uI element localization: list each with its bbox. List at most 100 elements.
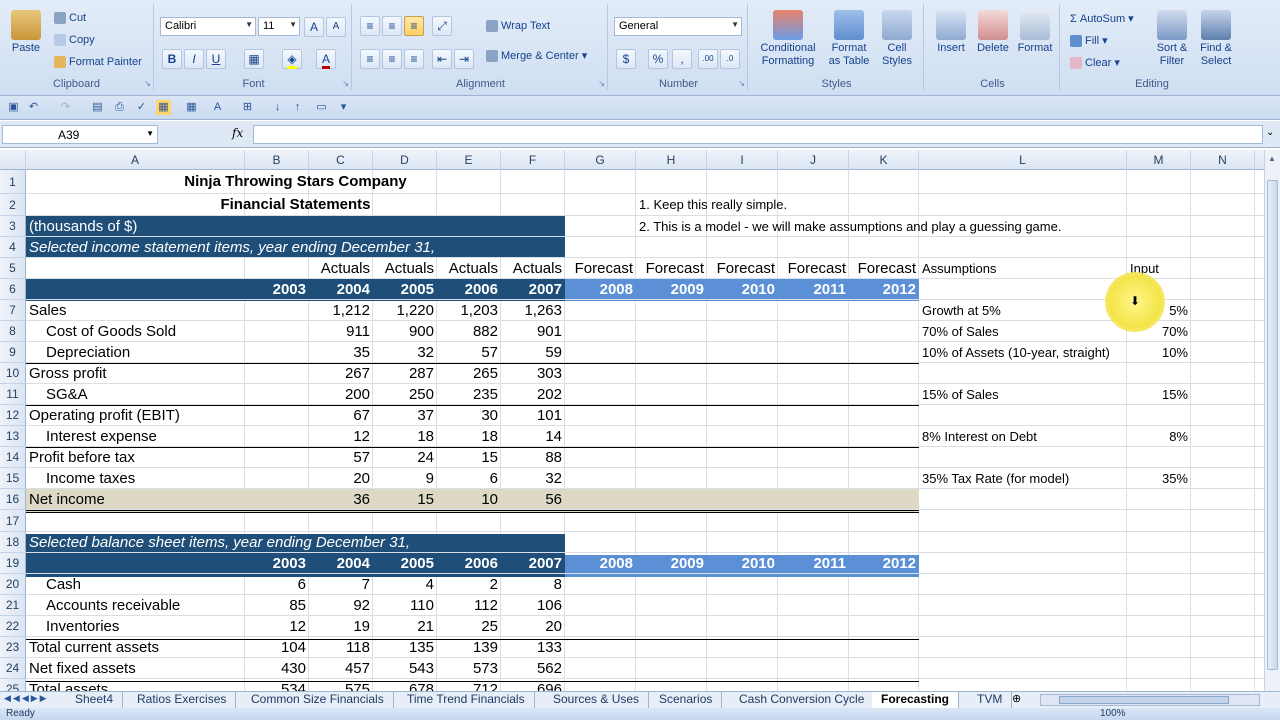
income-value-cell[interactable] <box>245 300 309 321</box>
row-header-15[interactable]: 15 <box>0 468 26 489</box>
income-value-cell[interactable] <box>245 384 309 405</box>
forecast-year-cell[interactable]: 2010 <box>707 279 778 300</box>
balance-value-cell[interactable]: 12 <box>245 616 309 637</box>
income-value-cell[interactable]: 15 <box>373 489 437 510</box>
income-value-cell[interactable]: 911 <box>309 321 373 342</box>
income-value-cell[interactable]: 1,263 <box>501 300 565 321</box>
row-header-12[interactable]: 12 <box>0 405 26 426</box>
note-2-cell[interactable]: 2. This is a model - we will make assump… <box>636 216 1156 237</box>
insert-sheet-icon[interactable]: ⊕ <box>1012 692 1021 705</box>
balance-value-cell[interactable]: 575 <box>309 679 373 691</box>
balance-value-cell[interactable]: 4 <box>373 574 437 595</box>
income-value-cell[interactable]: 56 <box>501 489 565 510</box>
row-header-11[interactable]: 11 <box>0 384 26 405</box>
assumption-label-cell[interactable]: 15% of Sales <box>919 384 1127 405</box>
income-label-cell[interactable]: Cost of Goods Sold <box>26 321 245 342</box>
bs-forecast-year-cell[interactable]: 2011 <box>778 553 849 574</box>
note-1-cell[interactable]: 1. Keep this really simple. <box>636 194 1036 216</box>
income-value-cell[interactable]: 900 <box>373 321 437 342</box>
income-value-cell[interactable]: 88 <box>501 447 565 468</box>
row-header-8[interactable]: 8 <box>0 321 26 342</box>
balance-value-cell[interactable]: 25 <box>437 616 501 637</box>
income-value-cell[interactable]: 200 <box>309 384 373 405</box>
income-value-cell[interactable]: 18 <box>373 426 437 447</box>
assumption-input-cell[interactable] <box>1127 405 1191 426</box>
income-value-cell[interactable] <box>245 426 309 447</box>
row-header-16[interactable]: 16 <box>0 489 26 510</box>
forecast-label-cell[interactable]: Forecast <box>707 258 778 279</box>
expand-formula-icon[interactable]: ⌄ <box>1266 127 1274 138</box>
assumption-label-cell[interactable]: 10% of Assets (10-year, straight) <box>919 342 1127 363</box>
income-value-cell[interactable]: 35 <box>309 342 373 363</box>
row-header-4[interactable]: 4 <box>0 237 26 258</box>
bs-year-cell[interactable]: 2005 <box>373 553 437 574</box>
balance-value-cell[interactable]: 7 <box>309 574 373 595</box>
row-header-10[interactable]: 10 <box>0 363 26 384</box>
balance-value-cell[interactable]: 8 <box>501 574 565 595</box>
assumption-label-cell[interactable]: 70% of Sales <box>919 321 1127 342</box>
row-header-1[interactable]: 1 <box>0 170 26 194</box>
balance-label-cell[interactable]: Inventories <box>26 616 245 637</box>
income-value-cell[interactable] <box>245 363 309 384</box>
balance-value-cell[interactable]: 106 <box>501 595 565 616</box>
income-value-cell[interactable] <box>245 405 309 426</box>
assumption-input-cell[interactable] <box>1127 447 1191 468</box>
income-label-cell[interactable]: Interest expense <box>26 426 245 447</box>
units-cell[interactable]: (thousands of $) <box>26 216 565 237</box>
income-value-cell[interactable]: 59 <box>501 342 565 363</box>
forecast-year-cell[interactable]: 2011 <box>778 279 849 300</box>
forecast-label-cell[interactable]: Forecast <box>778 258 849 279</box>
balance-value-cell[interactable]: 135 <box>373 637 437 658</box>
balance-value-cell[interactable]: 6 <box>245 574 309 595</box>
row-header-22[interactable]: 22 <box>0 616 26 637</box>
income-value-cell[interactable]: 30 <box>437 405 501 426</box>
scroll-up-icon[interactable]: ▲ <box>1268 154 1276 163</box>
balance-value-cell[interactable]: 430 <box>245 658 309 679</box>
row-header-13[interactable]: 13 <box>0 426 26 447</box>
income-value-cell[interactable]: 32 <box>501 468 565 489</box>
assumption-label-cell[interactable] <box>919 363 1127 384</box>
bs-header-cell[interactable]: Selected balance sheet items, year endin… <box>26 532 565 553</box>
income-value-cell[interactable]: 202 <box>501 384 565 405</box>
income-value-cell[interactable]: 20 <box>309 468 373 489</box>
bs-year-cell[interactable]: 2007 <box>501 553 565 574</box>
bs-year-cell[interactable]: 2006 <box>437 553 501 574</box>
subtitle-cell[interactable]: Financial Statements <box>26 194 565 216</box>
row-header-20[interactable]: 20 <box>0 574 26 595</box>
row-header-24[interactable]: 24 <box>0 658 26 679</box>
balance-value-cell[interactable]: 2 <box>437 574 501 595</box>
horizontal-scrollbar[interactable] <box>1040 694 1260 706</box>
scroll-thumb[interactable] <box>1267 180 1278 670</box>
balance-value-cell[interactable]: 112 <box>437 595 501 616</box>
assumption-label-cell[interactable]: 35% Tax Rate (for model) <box>919 468 1127 489</box>
income-value-cell[interactable]: 57 <box>309 447 373 468</box>
row-header-3[interactable]: 3 <box>0 216 26 237</box>
is-header-cell[interactable]: Selected income statement items, year en… <box>26 237 565 258</box>
assumption-input-cell[interactable]: 8% <box>1127 426 1191 447</box>
actuals-label-cell[interactable]: Actuals <box>309 258 373 279</box>
income-value-cell[interactable]: 882 <box>437 321 501 342</box>
balance-value-cell[interactable]: 712 <box>437 679 501 691</box>
year-cell[interactable]: 2006 <box>437 279 501 300</box>
assumption-label-cell[interactable] <box>919 447 1127 468</box>
balance-value-cell[interactable]: 133 <box>501 637 565 658</box>
balance-value-cell[interactable]: 85 <box>245 595 309 616</box>
bs-year-cell[interactable]: 2003 <box>245 553 309 574</box>
income-value-cell[interactable]: 287 <box>373 363 437 384</box>
bs-forecast-year-cell[interactable]: 2009 <box>636 553 707 574</box>
balance-label-cell[interactable]: Accounts receivable <box>26 595 245 616</box>
bs-forecast-year-cell[interactable]: 2010 <box>707 553 778 574</box>
assumption-label-cell[interactable] <box>919 405 1127 426</box>
assumption-input-cell[interactable] <box>1127 363 1191 384</box>
actuals-label-cell[interactable]: Actuals <box>501 258 565 279</box>
income-value-cell[interactable]: 24 <box>373 447 437 468</box>
income-value-cell[interactable]: 250 <box>373 384 437 405</box>
balance-value-cell[interactable]: 562 <box>501 658 565 679</box>
year-cell[interactable]: 2005 <box>373 279 437 300</box>
balance-value-cell[interactable]: 92 <box>309 595 373 616</box>
balance-value-cell[interactable]: 20 <box>501 616 565 637</box>
forecast-label-cell[interactable]: Forecast <box>565 258 636 279</box>
income-value-cell[interactable] <box>245 468 309 489</box>
sheet-tab[interactable]: Sheet4 <box>66 692 124 708</box>
income-value-cell[interactable]: 32 <box>373 342 437 363</box>
